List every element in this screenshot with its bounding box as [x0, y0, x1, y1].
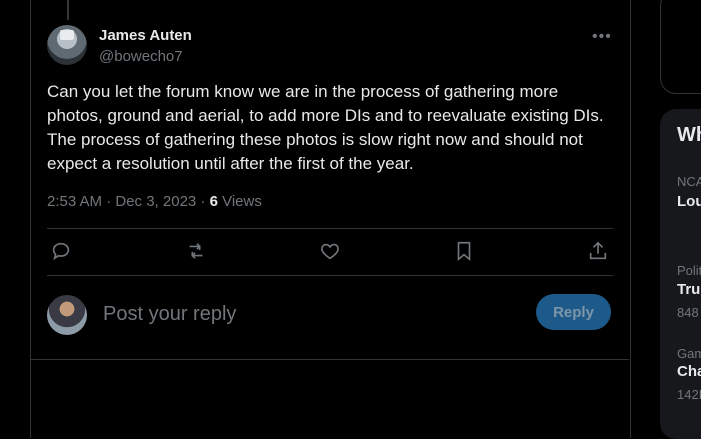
reply-action-button[interactable]	[50, 240, 74, 264]
tweet-detail-column	[30, 0, 631, 438]
author-name[interactable]: James Auten	[99, 27, 192, 44]
bookmark-action-button[interactable]	[453, 240, 477, 264]
trends-heading: Wh	[677, 124, 701, 146]
trend-category: Gam	[677, 346, 701, 361]
divider-top	[47, 228, 613, 229]
repost-action-button[interactable]	[185, 240, 209, 264]
tweet-timestamp[interactable]: 2:53 AM · Dec 3, 2023 ·	[47, 193, 210, 210]
more-horizontal-icon[interactable]: •••	[592, 28, 612, 46]
author-avatar[interactable]	[47, 25, 87, 65]
share-icon	[589, 241, 607, 260]
trend-title[interactable]: Tru	[677, 281, 700, 298]
trend-title[interactable]: Cha	[677, 363, 701, 380]
comment-icon	[52, 242, 70, 261]
heart-icon	[321, 243, 339, 260]
reply-button[interactable]: Reply	[536, 294, 611, 330]
tweet-meta: 2:53 AM · Dec 3, 2023 · 6 Views	[47, 193, 262, 210]
thread-connector-line	[67, 0, 69, 20]
trend-count: 848	[677, 305, 699, 320]
bookmark-icon	[457, 241, 471, 262]
trend-count: 142K	[677, 387, 701, 402]
trend-category: Polit	[677, 263, 701, 278]
repost-icon	[189, 243, 203, 259]
divider-bottom	[47, 275, 613, 276]
sidebar-top-card	[660, 0, 701, 94]
reply-input[interactable]	[101, 298, 525, 330]
tweet-text: Can you let the forum know we are in the…	[47, 82, 604, 173]
trend-category: NCA	[677, 174, 701, 189]
trend-title[interactable]: Lou	[677, 193, 701, 210]
author-handle[interactable]: @bowecho7	[99, 48, 183, 65]
like-action-button[interactable]	[319, 240, 343, 264]
composer-bottom-divider	[31, 359, 629, 360]
share-action-button[interactable]	[587, 240, 611, 264]
views-label: Views	[217, 193, 262, 210]
views-count: 6	[209, 193, 218, 210]
current-user-avatar[interactable]	[47, 295, 87, 335]
